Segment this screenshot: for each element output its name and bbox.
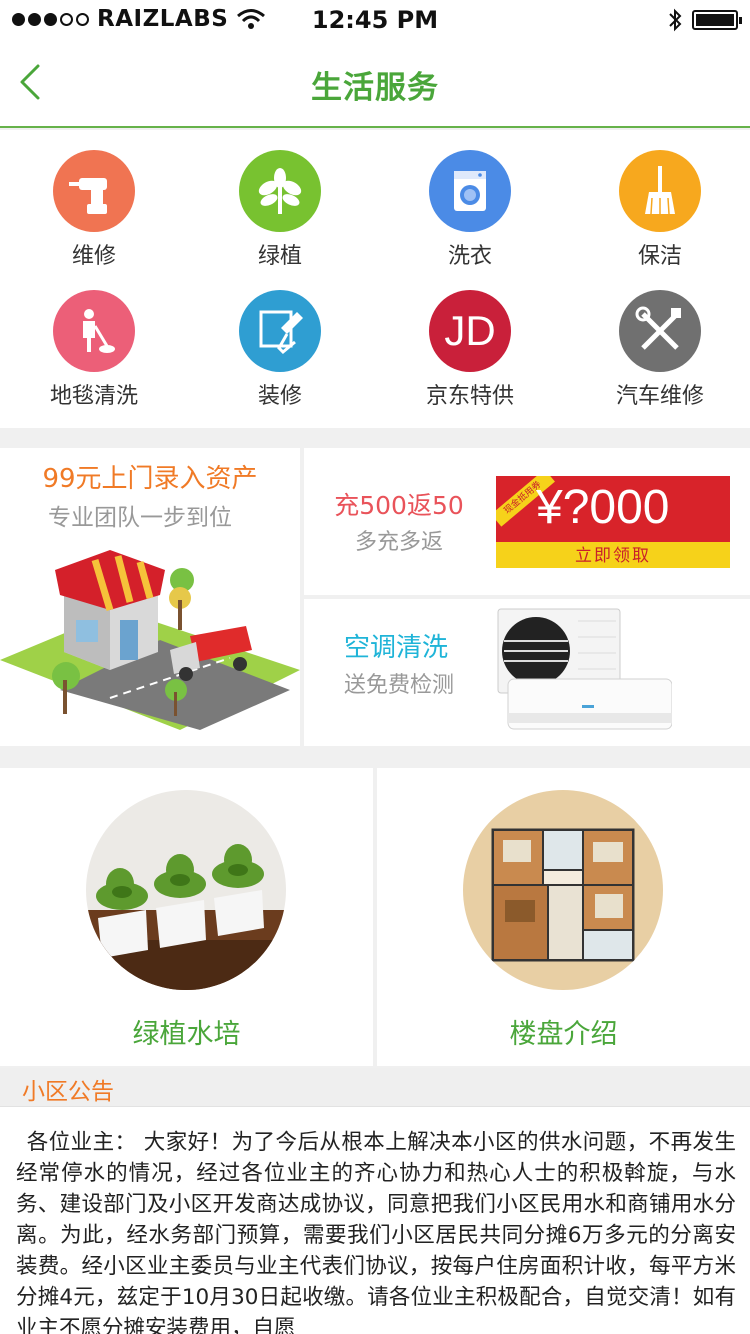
- floor-plan-image: [463, 790, 663, 990]
- notice-text: 各位业主： 大家好！为了今后从根本上解决本小区的供水问题，不再发生经常停水的情况…: [16, 1130, 736, 1334]
- washing-machine-icon: [429, 150, 511, 232]
- feature-label: 楼盘介绍: [509, 1019, 618, 1050]
- coupon-banner[interactable]: 现金抵用券 ¥?000 立即领取: [496, 476, 730, 568]
- promo-aircon-subtitle: 送免费检测: [343, 673, 454, 698]
- status-time: 12:45 PM: [311, 6, 439, 34]
- service-car-repair[interactable]: 汽车维修: [566, 270, 750, 410]
- service-label: 京东特供: [425, 384, 514, 409]
- tools-icon: [619, 290, 701, 372]
- promo-asset-card[interactable]: 99元上门录入资产 专业团队一步到位: [0, 448, 300, 746]
- carpet-cleaner-icon: [53, 290, 135, 372]
- page-title: 生活服务: [311, 70, 439, 106]
- status-right: [668, 8, 742, 32]
- plant-icon: [239, 150, 321, 232]
- service-cleaning[interactable]: 保洁: [566, 130, 750, 270]
- promo-recharge-title: 充500返50: [334, 491, 464, 520]
- feature-hydroponic-plants[interactable]: 绿植水培: [0, 768, 373, 1066]
- drill-icon: [53, 150, 135, 232]
- service-label: 绿植: [257, 244, 302, 269]
- jd-glyph: JD: [444, 307, 496, 354]
- service-renovation[interactable]: 装修: [186, 270, 374, 410]
- status-bar: RAIZLABS 12:45 PM: [0, 0, 750, 40]
- service-repair[interactable]: 维修: [0, 130, 188, 270]
- service-label: 保洁: [637, 244, 682, 269]
- coupon-claim-button[interactable]: 立即领取: [496, 542, 730, 568]
- service-plants[interactable]: 绿植: [186, 130, 374, 270]
- service-laundry[interactable]: 洗衣: [376, 130, 564, 270]
- hydroponic-plants-image: [86, 790, 286, 990]
- coupon-amount: ¥?000: [536, 481, 670, 534]
- house-truck-illustration: [0, 550, 300, 730]
- notice-body: 各位业主： 大家好！为了今后从根本上解决本小区的供水问题，不再发生经常停水的情况…: [0, 1106, 750, 1334]
- service-label: 装修: [257, 384, 302, 409]
- broom-icon: [619, 150, 701, 232]
- battery-icon: [692, 10, 742, 30]
- service-label: 地毯清洗: [49, 384, 138, 409]
- service-grid: 维修 绿植 洗衣 保洁 地毯清洗 装修 JD 京东特供 汽车维修: [0, 130, 750, 428]
- feature-property-intro[interactable]: 楼盘介绍: [377, 768, 750, 1066]
- service-carpet[interactable]: 地毯清洗: [0, 270, 188, 410]
- feature-label: 绿植水培: [132, 1019, 241, 1050]
- bluetooth-icon: [669, 8, 682, 32]
- promo-aircon-card[interactable]: 空调清洗 送免费检测: [304, 599, 750, 746]
- notice-header: 小区公告: [0, 1068, 750, 1106]
- notice-title: 小区公告: [22, 1079, 114, 1105]
- navigation-bar: 生活服务: [0, 40, 750, 128]
- service-jd[interactable]: JD 京东特供: [376, 270, 564, 410]
- promo-asset-subtitle: 专业团队一步到位: [48, 505, 232, 531]
- jd-logo-icon: JD: [429, 290, 511, 372]
- service-label: 维修: [71, 244, 116, 269]
- paint-roller-icon: [239, 290, 321, 372]
- promo-recharge-subtitle: 多充多返: [354, 530, 443, 555]
- service-label: 汽车维修: [615, 384, 704, 409]
- air-conditioner-illustration: [497, 608, 672, 730]
- service-label: 洗衣: [447, 244, 492, 269]
- promo-asset-title: 99元上门录入资产: [42, 464, 258, 494]
- promo-recharge-card[interactable]: 充500返50 多充多返 现金抵用券 ¥?000 立即领取: [304, 448, 750, 595]
- promo-aircon-title: 空调清洗: [343, 633, 448, 663]
